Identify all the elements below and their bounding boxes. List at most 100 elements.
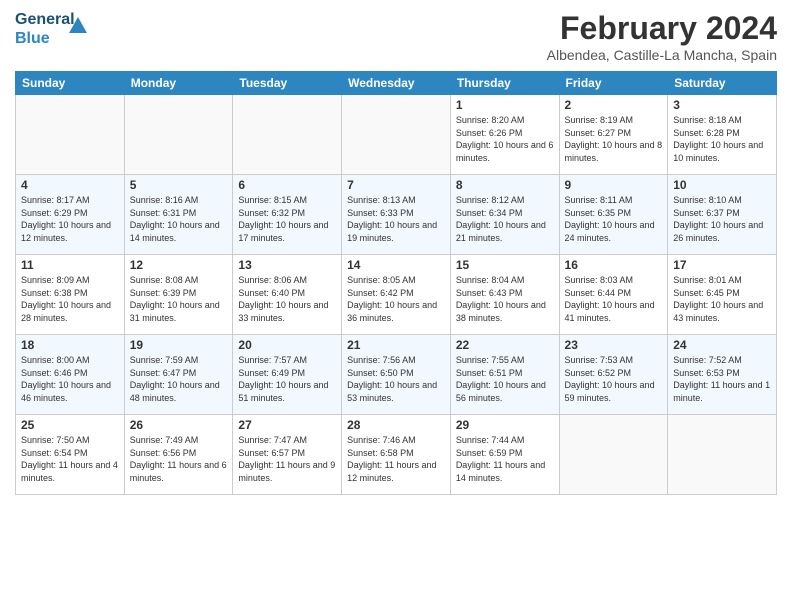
day-number: 4 [21, 178, 119, 192]
day-info: Sunrise: 8:00 AMSunset: 6:46 PMDaylight:… [21, 354, 119, 404]
day-info: Sunrise: 8:09 AMSunset: 6:38 PMDaylight:… [21, 274, 119, 324]
calendar-cell: 29 Sunrise: 7:44 AMSunset: 6:59 PMDayligh… [450, 415, 559, 495]
day-info: Sunrise: 8:13 AMSunset: 6:33 PMDaylight:… [347, 194, 445, 244]
day-info: Sunrise: 7:44 AMSunset: 6:59 PMDaylight:… [456, 434, 554, 484]
calendar-cell: 8 Sunrise: 8:12 AMSunset: 6:34 PMDaylight… [450, 175, 559, 255]
calendar-cell: 26 Sunrise: 7:49 AMSunset: 6:56 PMDayligh… [124, 415, 233, 495]
page-header: General Blue February 2024 Albendea, Cas… [15, 10, 777, 63]
calendar-cell: 25Sunrise: 7:50 AMSunset: 6:54 PMDayligh… [16, 415, 125, 495]
day-number: 9 [565, 178, 663, 192]
day-number: 1 [456, 98, 554, 112]
day-info: Sunrise: 8:15 AMSunset: 6:32 PMDaylight:… [238, 194, 336, 244]
day-info: Sunrise: 7:56 AMSunset: 6:50 PMDaylight:… [347, 354, 445, 404]
day-number: 5 [130, 178, 228, 192]
day-number: 29 [456, 418, 554, 432]
day-number: 10 [673, 178, 771, 192]
calendar-cell: 10 Sunrise: 8:10 AMSunset: 6:37 PMDayligh… [668, 175, 777, 255]
location: Albendea, Castille-La Mancha, Spain [547, 47, 777, 63]
day-number: 18 [21, 338, 119, 352]
calendar-cell: 18 Sunrise: 8:00 AMSunset: 6:46 PMDayligh… [16, 335, 125, 415]
col-monday: Monday [124, 72, 233, 95]
day-info: Sunrise: 8:08 AMSunset: 6:39 PMDaylight:… [130, 274, 228, 324]
day-number: 28 [347, 418, 445, 432]
col-friday: Friday [559, 72, 668, 95]
logo-general: General [15, 10, 65, 29]
calendar-cell [16, 95, 125, 175]
calendar-cell: 2Sunrise: 8:19 AMSunset: 6:27 PMDaylight… [559, 95, 668, 175]
day-number: 16 [565, 258, 663, 272]
title-section: February 2024 Albendea, Castille-La Manc… [547, 10, 777, 63]
day-number: 14 [347, 258, 445, 272]
calendar-row-4: 18 Sunrise: 8:00 AMSunset: 6:46 PMDayligh… [16, 335, 777, 415]
calendar-cell: 4Sunrise: 8:17 AMSunset: 6:29 PMDaylight… [16, 175, 125, 255]
calendar-cell: 23 Sunrise: 7:53 AMSunset: 6:52 PMDayligh… [559, 335, 668, 415]
calendar-cell [668, 415, 777, 495]
day-number: 23 [565, 338, 663, 352]
calendar-cell: 13 Sunrise: 8:06 AMSunset: 6:40 PMDayligh… [233, 255, 342, 335]
logo: General Blue [15, 10, 89, 50]
day-number: 2 [565, 98, 663, 112]
day-info: Sunrise: 8:18 AMSunset: 6:28 PMDaylight:… [673, 114, 771, 164]
day-info: Sunrise: 8:10 AMSunset: 6:37 PMDaylight:… [673, 194, 771, 244]
col-tuesday: Tuesday [233, 72, 342, 95]
day-number: 22 [456, 338, 554, 352]
calendar-row-3: 11 Sunrise: 8:09 AMSunset: 6:38 PMDayligh… [16, 255, 777, 335]
day-info: Sunrise: 7:47 AMSunset: 6:57 PMDaylight:… [238, 434, 336, 484]
day-info: Sunrise: 7:57 AMSunset: 6:49 PMDaylight:… [238, 354, 336, 404]
calendar-cell: 15 Sunrise: 8:04 AMSunset: 6:43 PMDayligh… [450, 255, 559, 335]
col-wednesday: Wednesday [342, 72, 451, 95]
col-sunday: Sunday [16, 72, 125, 95]
calendar-cell: 17 Sunrise: 8:01 AMSunset: 6:45 PMDayligh… [668, 255, 777, 335]
day-number: 7 [347, 178, 445, 192]
day-number: 17 [673, 258, 771, 272]
calendar-cell [233, 95, 342, 175]
calendar-cell: 14 Sunrise: 8:05 AMSunset: 6:42 PMDayligh… [342, 255, 451, 335]
day-info: Sunrise: 8:01 AMSunset: 6:45 PMDaylight:… [673, 274, 771, 324]
day-info: Sunrise: 7:52 AMSunset: 6:53 PMDaylight:… [673, 354, 771, 404]
calendar-cell: 7 Sunrise: 8:13 AMSunset: 6:33 PMDaylight… [342, 175, 451, 255]
day-number: 11 [21, 258, 119, 272]
day-info: Sunrise: 7:46 AMSunset: 6:58 PMDaylight:… [347, 434, 445, 484]
calendar-cell: 24 Sunrise: 7:52 AMSunset: 6:53 PMDayligh… [668, 335, 777, 415]
day-number: 6 [238, 178, 336, 192]
day-info: Sunrise: 7:53 AMSunset: 6:52 PMDaylight:… [565, 354, 663, 404]
calendar-cell [124, 95, 233, 175]
calendar-cell: 21 Sunrise: 7:56 AMSunset: 6:50 PMDayligh… [342, 335, 451, 415]
calendar-cell [342, 95, 451, 175]
day-info: Sunrise: 8:04 AMSunset: 6:43 PMDaylight:… [456, 274, 554, 324]
logo-blue: Blue [15, 29, 65, 48]
calendar-cell: 5 Sunrise: 8:16 AMSunset: 6:31 PMDaylight… [124, 175, 233, 255]
day-info: Sunrise: 8:16 AMSunset: 6:31 PMDaylight:… [130, 194, 228, 244]
month-title: February 2024 [547, 10, 777, 47]
calendar-cell [559, 415, 668, 495]
calendar-cell: 22Sunrise: 7:55 AMSunset: 6:51 PMDayligh… [450, 335, 559, 415]
day-info: Sunrise: 8:05 AMSunset: 6:42 PMDaylight:… [347, 274, 445, 324]
day-number: 15 [456, 258, 554, 272]
calendar-cell: 12Sunrise: 8:08 AMSunset: 6:39 PMDayligh… [124, 255, 233, 335]
calendar-cell: 28 Sunrise: 7:46 AMSunset: 6:58 PMDayligh… [342, 415, 451, 495]
day-number: 24 [673, 338, 771, 352]
day-number: 27 [238, 418, 336, 432]
day-number: 20 [238, 338, 336, 352]
day-info: Sunrise: 8:06 AMSunset: 6:40 PMDaylight:… [238, 274, 336, 324]
calendar-cell: 19Sunrise: 7:59 AMSunset: 6:47 PMDayligh… [124, 335, 233, 415]
calendar-cell: 9 Sunrise: 8:11 AMSunset: 6:35 PMDaylight… [559, 175, 668, 255]
day-number: 8 [456, 178, 554, 192]
day-info: Sunrise: 7:49 AMSunset: 6:56 PMDaylight:… [130, 434, 228, 484]
day-info: Sunrise: 8:20 AMSunset: 6:26 PMDaylight:… [456, 114, 554, 164]
calendar-cell: 20 Sunrise: 7:57 AMSunset: 6:49 PMDayligh… [233, 335, 342, 415]
calendar-row-1: 1 Sunrise: 8:20 AMSunset: 6:26 PMDaylight… [16, 95, 777, 175]
day-number: 3 [673, 98, 771, 112]
day-number: 21 [347, 338, 445, 352]
calendar-cell: 27 Sunrise: 7:47 AMSunset: 6:57 PMDayligh… [233, 415, 342, 495]
day-info: Sunrise: 7:59 AMSunset: 6:47 PMDaylight:… [130, 354, 228, 404]
day-number: 26 [130, 418, 228, 432]
calendar-cell: 1 Sunrise: 8:20 AMSunset: 6:26 PMDaylight… [450, 95, 559, 175]
day-info: Sunrise: 8:12 AMSunset: 6:34 PMDaylight:… [456, 194, 554, 244]
day-number: 13 [238, 258, 336, 272]
calendar-row-2: 4Sunrise: 8:17 AMSunset: 6:29 PMDaylight… [16, 175, 777, 255]
calendar-cell: 16Sunrise: 8:03 AMSunset: 6:44 PMDayligh… [559, 255, 668, 335]
day-info: Sunrise: 8:11 AMSunset: 6:35 PMDaylight:… [565, 194, 663, 244]
day-info: Sunrise: 7:50 AMSunset: 6:54 PMDaylight:… [21, 434, 119, 484]
col-thursday: Thursday [450, 72, 559, 95]
